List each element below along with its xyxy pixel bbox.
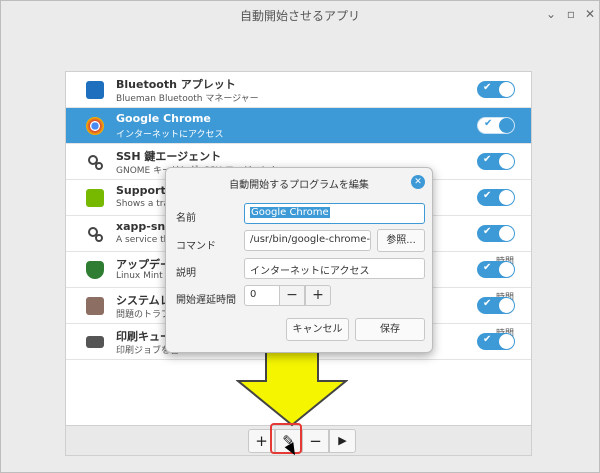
decrement-button[interactable]: − — [279, 285, 305, 306]
check-icon: ✔ — [483, 82, 492, 93]
enable-toggle[interactable]: ✔ — [477, 189, 515, 206]
check-icon: ✔ — [484, 118, 493, 129]
window-title: 自動開始させるアプリ — [239, 9, 360, 23]
description-input[interactable]: インターネットにアクセス — [244, 258, 425, 279]
save-button[interactable]: 保存 — [355, 318, 425, 341]
minimize-button[interactable]: ⌄ — [542, 5, 560, 23]
bluetooth-icon — [86, 81, 104, 99]
name-label: 名前 — [176, 213, 196, 224]
browse-button[interactable]: 参照... — [377, 229, 425, 252]
enable-toggle[interactable]: ✔ — [477, 297, 515, 314]
app-name: Bluetooth アプレット — [116, 78, 236, 91]
check-icon: ✔ — [483, 190, 492, 201]
printer-icon — [86, 336, 104, 348]
delay-input[interactable]: 0 — [244, 285, 280, 306]
enable-toggle[interactable]: ✔ — [477, 225, 515, 242]
edit-program-dialog: 自動開始するプログラムを編集 ✕ 名前 Google Chrome コマンド /… — [165, 167, 433, 353]
check-icon: ✔ — [483, 226, 492, 237]
gear-icon — [86, 225, 104, 243]
enable-toggle[interactable]: ✔ — [477, 81, 515, 98]
app-description: インターネットにアクセス — [116, 130, 224, 140]
app-row-selected[interactable]: Google Chrome インターネットにアクセス ✔ — [66, 108, 531, 144]
check-icon: ✔ — [483, 154, 492, 165]
app-description: Blueman Bluetooth マネージャー — [116, 94, 259, 104]
command-input[interactable]: /usr/bin/google-chrome- — [244, 230, 371, 251]
maximize-button[interactable]: ▫ — [562, 5, 580, 23]
check-icon: ✔ — [483, 334, 492, 345]
app-name: SSH 鍵エージェント — [116, 150, 222, 163]
check-icon: ✔ — [483, 262, 492, 273]
dialog-title: 自動開始するプログラムを編集 — [229, 180, 369, 191]
command-label: コマンド — [176, 241, 216, 252]
enable-toggle[interactable]: ✔ — [477, 261, 515, 278]
enable-toggle[interactable]: ✔ — [477, 117, 515, 134]
check-icon: ✔ — [483, 298, 492, 309]
run-button[interactable]: ▶ — [329, 429, 356, 453]
close-button[interactable]: ✕ — [581, 5, 599, 23]
gear-icon — [86, 153, 104, 171]
titlebar: 自動開始させるアプリ ⌄ ▫ ✕ — [1, 1, 599, 29]
annotation-arrow-icon — [236, 341, 348, 427]
delay-label: 開始遅延時間 — [176, 295, 236, 306]
chrome-icon — [86, 117, 104, 135]
report-icon — [86, 297, 104, 315]
increment-button[interactable]: + — [305, 285, 331, 306]
remove-button[interactable]: − — [302, 429, 329, 453]
app-name: Google Chrome — [116, 112, 211, 125]
name-input[interactable]: Google Chrome — [244, 203, 425, 224]
cancel-button[interactable]: キャンセル — [286, 318, 349, 341]
enable-toggle[interactable]: ✔ — [477, 333, 515, 350]
nvidia-icon — [86, 189, 104, 207]
app-row[interactable]: Bluetooth アプレット Blueman Bluetooth マネージャー… — [66, 72, 531, 108]
enable-toggle[interactable]: ✔ — [477, 153, 515, 170]
shield-icon — [86, 261, 104, 279]
dialog-close-icon[interactable]: ✕ — [411, 175, 425, 189]
description-label: 説明 — [176, 268, 196, 279]
